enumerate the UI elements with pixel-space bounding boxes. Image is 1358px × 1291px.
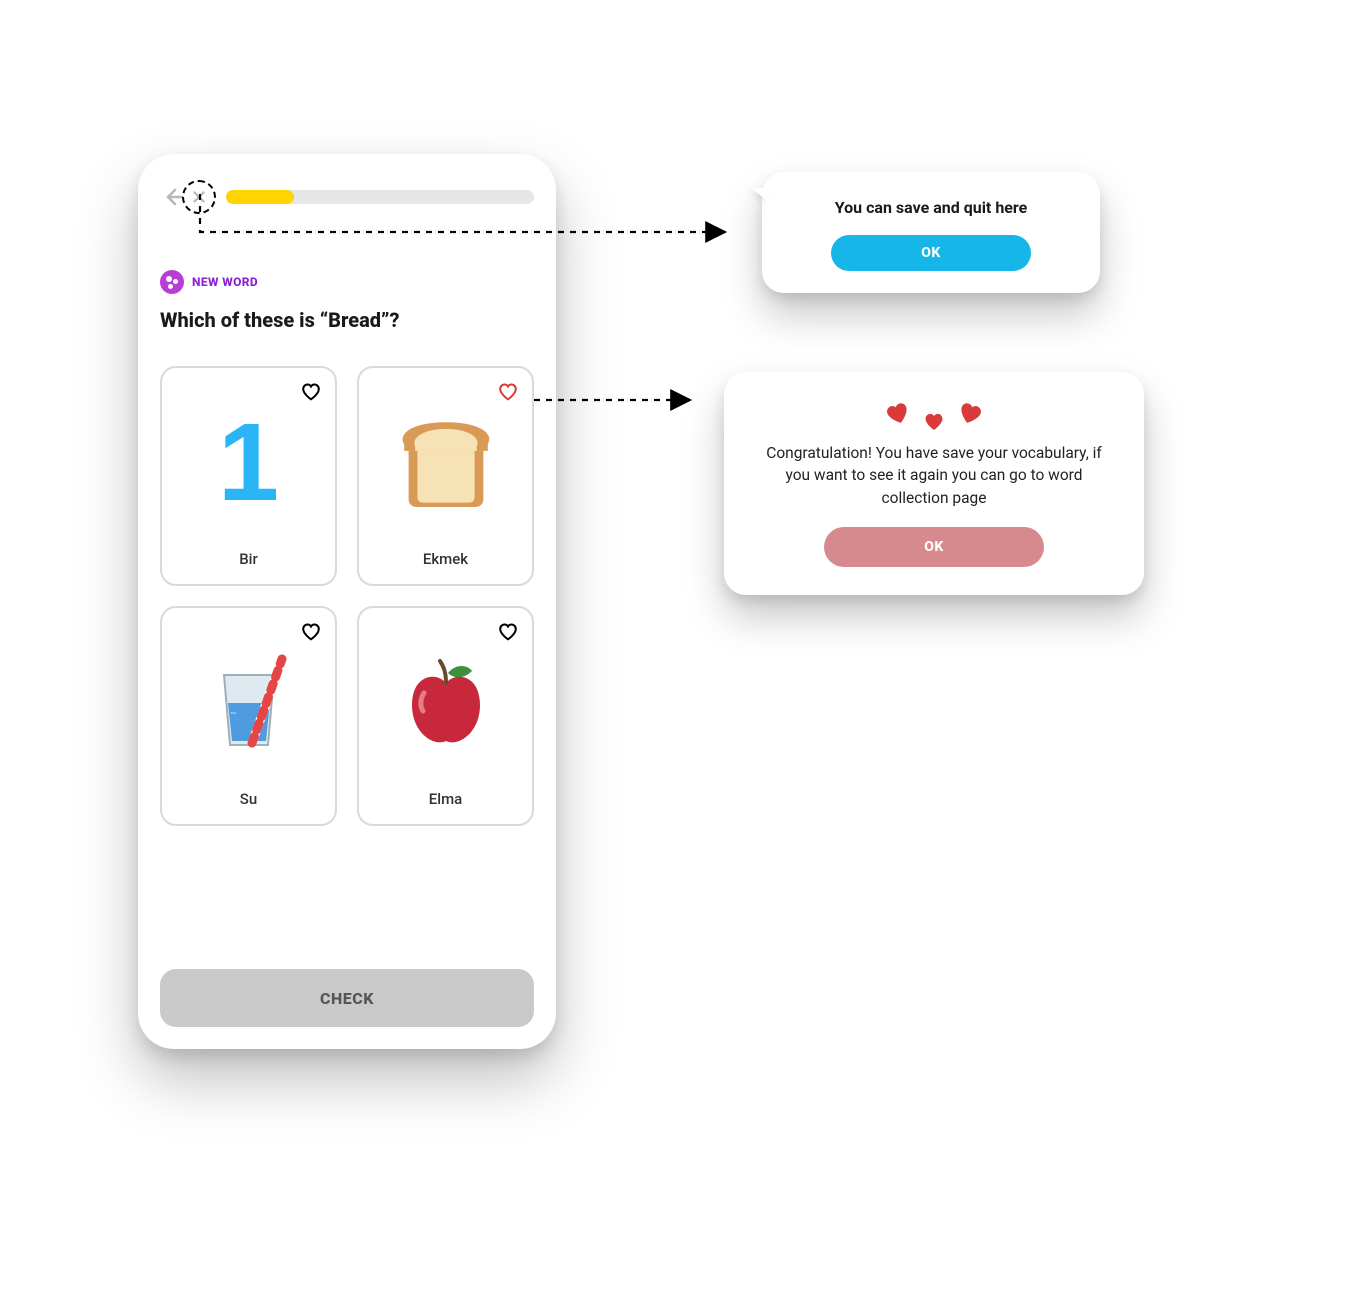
heart-icon xyxy=(880,396,915,431)
one-icon: 1 xyxy=(218,408,279,518)
card-label: Ekmek xyxy=(423,550,468,568)
heart-icon xyxy=(922,410,946,434)
check-button[interactable]: CHECK xyxy=(160,969,534,1027)
close-button[interactable] xyxy=(182,180,216,214)
favorite-button[interactable] xyxy=(297,378,325,406)
new-word-tag: NEW WORD xyxy=(160,270,534,294)
heart-icon xyxy=(952,396,987,431)
popup-saved-ok-button[interactable]: OK xyxy=(824,527,1044,567)
answer-card-su[interactable]: ~ Su xyxy=(160,606,337,826)
back-icon[interactable] xyxy=(160,185,184,209)
glass-icon: ~ xyxy=(204,653,294,753)
card-label: Bir xyxy=(239,550,258,568)
progress-bar xyxy=(226,190,534,204)
favorite-button[interactable] xyxy=(494,618,522,646)
new-word-label: NEW WORD xyxy=(192,275,258,289)
favorite-button[interactable] xyxy=(297,618,325,646)
new-word-icon xyxy=(160,270,184,294)
answer-card-elma[interactable]: Elma xyxy=(357,606,534,826)
heart-icon xyxy=(300,381,322,403)
apple-icon xyxy=(396,653,496,753)
popup-vocab-saved: Congratulation! You have save your vocab… xyxy=(724,372,1144,595)
phone-frame: NEW WORD Which of these is “Bread”? 1 Bi… xyxy=(138,154,556,1049)
answer-grid: 1 Bir Ekmek xyxy=(160,366,534,826)
popup-quit-text: You can save and quit here xyxy=(784,198,1078,217)
popup-quit-ok-button[interactable]: OK xyxy=(831,235,1031,271)
speech-tail xyxy=(752,188,768,202)
heart-icon xyxy=(497,621,519,643)
hearts-decoration xyxy=(756,400,1112,428)
popup-saved-text: Congratulation! You have save your vocab… xyxy=(756,442,1112,509)
answer-card-ekmek[interactable]: Ekmek xyxy=(357,366,534,586)
card-label: Su xyxy=(240,790,257,808)
card-label: Elma xyxy=(429,790,462,808)
heart-icon xyxy=(497,381,519,403)
progress-fill xyxy=(226,190,294,204)
popup-save-quit: You can save and quit here OK xyxy=(762,172,1100,293)
answer-card-bir[interactable]: 1 Bir xyxy=(160,366,337,586)
lesson-header xyxy=(160,180,534,214)
favorite-button[interactable] xyxy=(494,378,522,406)
heart-icon xyxy=(300,621,322,643)
bread-icon xyxy=(391,413,501,513)
design-canvas: NEW WORD Which of these is “Bread”? 1 Bi… xyxy=(0,0,1358,1291)
svg-text:~: ~ xyxy=(230,708,237,719)
question-text: Which of these is “Bread”? xyxy=(160,308,534,332)
